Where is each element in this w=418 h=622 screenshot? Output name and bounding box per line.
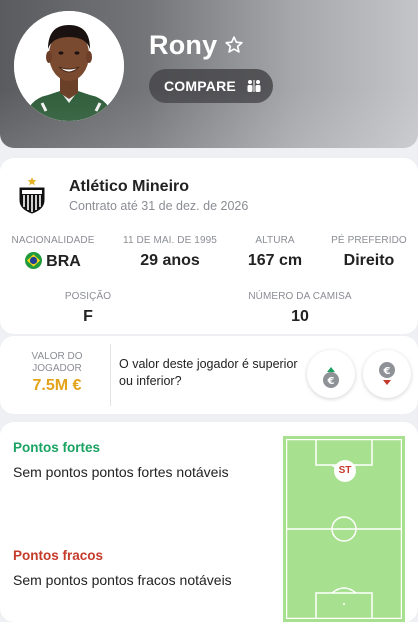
stat-position: POSIÇÃO F xyxy=(44,291,132,326)
position-pitch: ST xyxy=(283,436,405,622)
brazil-flag-icon xyxy=(25,252,43,269)
stat-value: 29 anos xyxy=(140,252,200,269)
stat-birth: 11 DE MAI. DE 1995 29 anos xyxy=(118,235,222,270)
euro-down-icon: € xyxy=(379,362,395,385)
position-marker: ST xyxy=(334,460,356,482)
strengths-title: Pontos fortes xyxy=(13,440,101,455)
club-logo-icon[interactable] xyxy=(18,176,46,214)
weaknesses-text: Sem pontos pontos fracos notáveis xyxy=(13,572,232,588)
stat-height: ALTURA 167 cm xyxy=(235,235,315,270)
euro-symbol: € xyxy=(327,376,335,387)
stat-value: 167 cm xyxy=(247,252,303,269)
stat-value: BRA xyxy=(9,252,97,271)
stat-preferred-foot: PÉ PREFERIDO Direito xyxy=(330,235,408,270)
compare-label: COMPARE xyxy=(164,78,236,94)
vote-lower-button[interactable]: € xyxy=(363,350,411,398)
stat-label: PÉ PREFERIDO xyxy=(331,235,407,246)
star-outline-icon[interactable] xyxy=(224,35,244,55)
stat-value: 10 xyxy=(291,308,309,325)
player-name: Rony xyxy=(149,30,218,60)
stat-nationality: NACIONALIDADE BRA xyxy=(9,235,97,271)
player-avatar xyxy=(14,11,124,121)
vote-higher-button[interactable]: € xyxy=(307,350,355,398)
player-details-card: Atlético Mineiro Contrato até 31 de dez.… xyxy=(0,158,418,334)
player-header: Rony COMPARE xyxy=(0,0,418,148)
market-value-question: O valor deste jogador é superior ou infe… xyxy=(119,357,298,388)
stat-value: Direito xyxy=(343,252,395,269)
weaknesses-title: Pontos fracos xyxy=(13,548,104,563)
club-name[interactable]: Atlético Mineiro xyxy=(69,178,189,196)
stat-value: F xyxy=(83,308,93,325)
compare-button[interactable]: COMPARE xyxy=(149,69,273,103)
compare-icon xyxy=(247,80,261,92)
market-value-label: VALOR DO JOGADOR xyxy=(31,351,83,374)
strengths-text: Sem pontos pontos fortes notáveis xyxy=(13,464,229,480)
divider xyxy=(110,344,111,406)
stat-shirt-number: NÚMERO DA CAMISA 10 xyxy=(240,291,360,326)
stat-label: NACIONALIDADE xyxy=(11,235,95,246)
stat-label: POSIÇÃO xyxy=(64,291,112,302)
market-value-amount: 7.5M € xyxy=(32,377,82,394)
euro-up-icon: € xyxy=(323,367,339,388)
euro-symbol: € xyxy=(383,366,391,377)
stat-label: NÚMERO DA CAMISA xyxy=(248,291,352,302)
traits-card: Pontos fortes Sem pontos pontos fortes n… xyxy=(0,422,418,622)
player-photo xyxy=(14,11,124,121)
contract-info: Contrato até 31 de dez. de 2026 xyxy=(69,199,249,213)
stat-label: 11 DE MAI. DE 1995 xyxy=(123,235,217,246)
market-value-card: VALOR DO JOGADOR 7.5M € O valor deste jo… xyxy=(0,336,418,414)
stat-label: ALTURA xyxy=(255,235,295,246)
